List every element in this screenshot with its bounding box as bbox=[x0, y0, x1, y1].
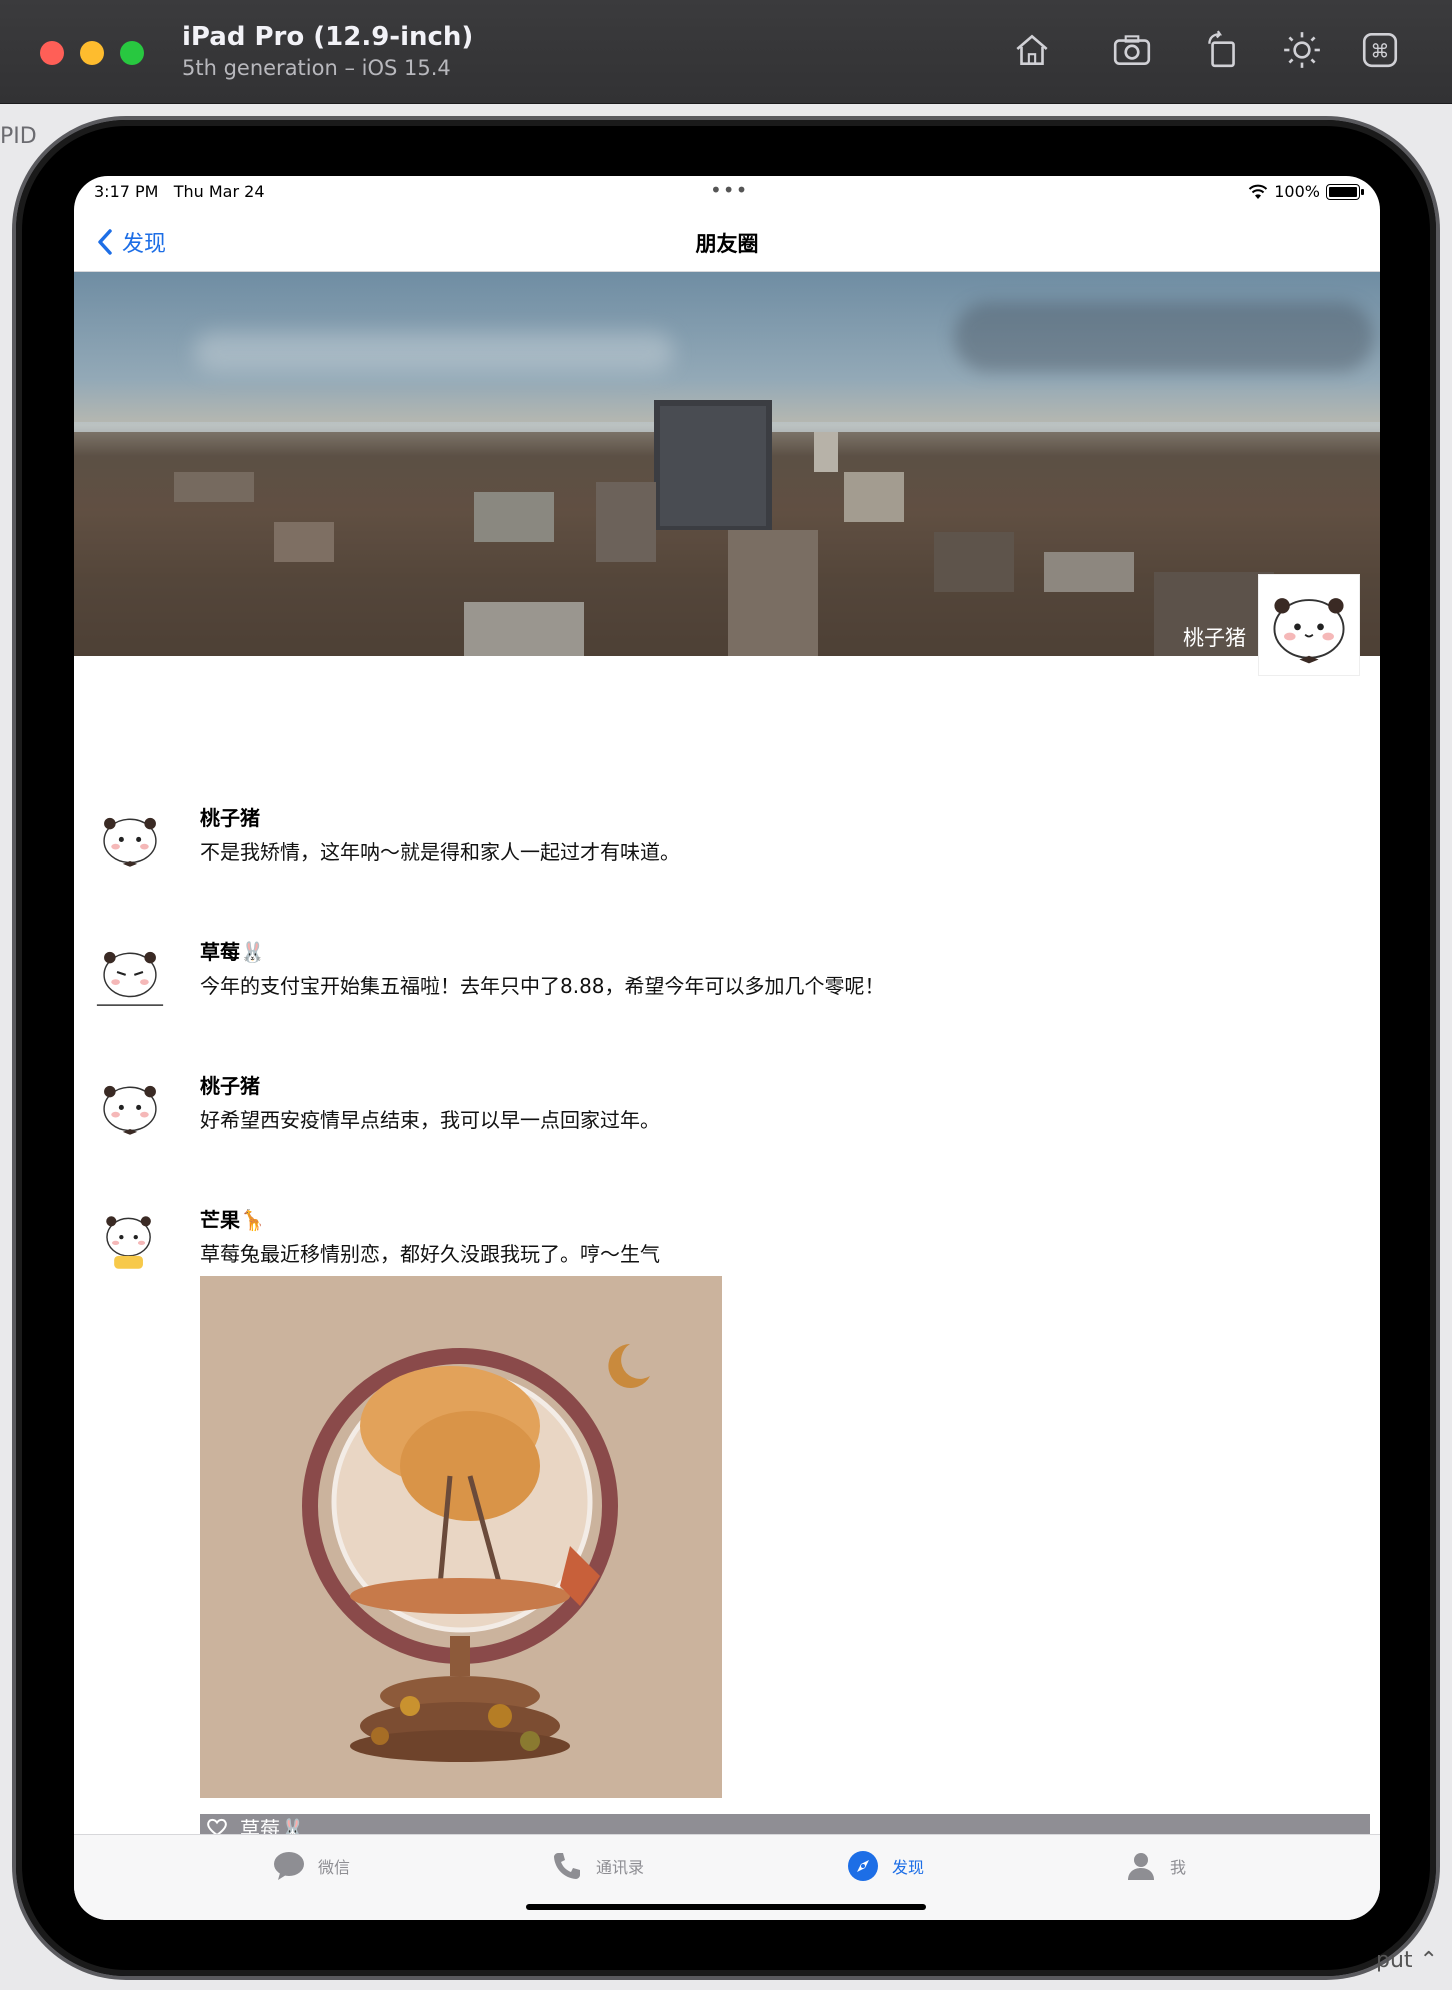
panda-avatar-icon bbox=[1273, 598, 1345, 664]
panda-avatar-icon bbox=[96, 951, 164, 1006]
backdrop-fragment: put ⌃ bbox=[1376, 1948, 1438, 1973]
tab-label: 通讯录 bbox=[596, 1858, 645, 1877]
command-icon[interactable]: ⌘ bbox=[1358, 28, 1402, 72]
post-author[interactable]: 桃子猪 bbox=[200, 802, 260, 831]
tab-discover[interactable]: 发现 bbox=[846, 1849, 924, 1883]
tab-label: 我 bbox=[1170, 1858, 1187, 1877]
tab-me[interactable]: 我 bbox=[1124, 1849, 1186, 1883]
phone-icon bbox=[554, 1853, 580, 1879]
rotate-icon[interactable] bbox=[1200, 28, 1244, 72]
avatar[interactable] bbox=[94, 802, 166, 874]
compass-icon bbox=[848, 1851, 878, 1881]
appearance-icon[interactable] bbox=[1280, 28, 1324, 72]
cover-user-name: 桃子猪 bbox=[1183, 626, 1246, 650]
cover-avatar[interactable] bbox=[1258, 574, 1360, 676]
simulator-titlebar: iPad Pro (12.9-inch) 5th generation – iO… bbox=[0, 0, 1452, 104]
cover-photo[interactable]: 桃子猪 bbox=[74, 272, 1380, 656]
close-window-button[interactable] bbox=[40, 41, 64, 65]
panda-avatar-icon bbox=[103, 817, 157, 867]
post-author[interactable]: 桃子猪 bbox=[200, 1070, 260, 1099]
ipad-screen: 3:17 PM Thu Mar 24 ••• 100% 发现 朋友圈 桃子猪 桃… bbox=[74, 176, 1380, 1920]
tab-label: 微信 bbox=[318, 1858, 351, 1877]
post-text: 草莓兔最近移情别恋，都好久没跟我玩了。哼～生气 bbox=[200, 1242, 660, 1266]
battery-icon bbox=[1326, 183, 1364, 200]
globe-illustration bbox=[200, 1276, 722, 1798]
status-right: 100% bbox=[1248, 182, 1364, 201]
status-bar: 3:17 PM Thu Mar 24 ••• 100% bbox=[74, 176, 1380, 216]
tab-label: 发现 bbox=[892, 1858, 925, 1877]
panda-avatar-icon bbox=[106, 1216, 151, 1269]
post-text: 不是我矫情，这年呐～就是得和家人一起过才有味道。 bbox=[200, 840, 680, 864]
city-skyline bbox=[74, 400, 1380, 656]
multitasking-dots[interactable]: ••• bbox=[710, 178, 748, 202]
tab-contacts[interactable]: 通讯录 bbox=[550, 1849, 644, 1883]
battery-percent: 100% bbox=[1274, 182, 1320, 201]
avatar[interactable] bbox=[94, 1204, 166, 1276]
avatar[interactable] bbox=[94, 1070, 166, 1142]
screenshot-icon[interactable] bbox=[1110, 28, 1154, 72]
tab-wechat[interactable]: 微信 bbox=[272, 1849, 350, 1883]
tab-bar: 微信 通讯录 发现 我 bbox=[74, 1834, 1380, 1920]
simulator-subtitle: 5th generation – iOS 15.4 bbox=[182, 56, 451, 80]
post-image[interactable] bbox=[200, 1276, 722, 1798]
post-text: 好希望西安疫情早点结束，我可以早一点回家过年。 bbox=[200, 1108, 660, 1132]
post-author[interactable]: 草莓🐰 bbox=[200, 936, 265, 965]
home-indicator[interactable] bbox=[526, 1904, 926, 1910]
zoom-window-button[interactable] bbox=[120, 41, 144, 65]
post-text: 今年的支付宝开始集五福啦！去年只中了8.88，希望今年可以多加几个零呢！ bbox=[200, 974, 885, 998]
backdrop-label: PID bbox=[0, 124, 37, 149]
avatar[interactable] bbox=[94, 936, 166, 1008]
person-icon bbox=[1128, 1853, 1154, 1880]
page-title: 朋友圈 bbox=[695, 232, 759, 256]
post-author[interactable]: 芒果🦒 bbox=[200, 1204, 265, 1233]
chat-bubble-icon bbox=[274, 1852, 304, 1880]
panda-avatar-icon bbox=[103, 1085, 157, 1135]
simulator-title: iPad Pro (12.9-inch) bbox=[182, 22, 474, 52]
home-icon[interactable] bbox=[1010, 28, 1054, 72]
status-time: 3:17 PM Thu Mar 24 bbox=[94, 182, 265, 201]
minimize-window-button[interactable] bbox=[80, 41, 104, 65]
svg-text:⌘: ⌘ bbox=[1371, 40, 1390, 62]
wifi-icon bbox=[1249, 184, 1268, 199]
navigation-bar: 发现 朋友圈 bbox=[74, 216, 1380, 272]
